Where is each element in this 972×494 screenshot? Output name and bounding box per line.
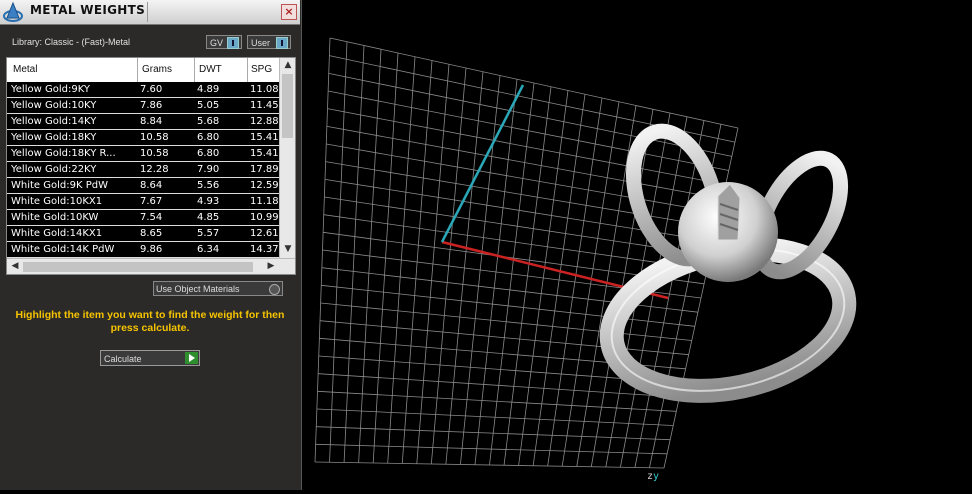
table-row[interactable]: White Gold:14KX1 8.65 5.57 12.61 bbox=[7, 226, 279, 242]
scroll-down-icon[interactable]: ▼ bbox=[280, 244, 295, 254]
grid-line bbox=[532, 94, 586, 466]
table-row[interactable]: White Gold:10KW 7.54 4.85 10.99 bbox=[7, 210, 279, 226]
table-row[interactable]: Yellow Gold:18KY 10.58 6.80 15.41 bbox=[7, 130, 279, 146]
table-row[interactable]: Yellow Gold:14KY 8.84 5.68 12.88 bbox=[7, 114, 279, 130]
play-arrow-icon bbox=[185, 352, 198, 364]
cell-grams: 7.54 bbox=[140, 212, 163, 223]
calculate-button[interactable]: Calculate bbox=[100, 350, 200, 366]
cell-grams: 8.84 bbox=[140, 116, 163, 127]
use-object-materials-toggle[interactable]: Use Object Materials bbox=[153, 281, 283, 296]
table-row[interactable]: Yellow Gold:10KY 7.86 5.05 11.45 bbox=[7, 98, 279, 114]
cell-metal: Yellow Gold:14KY bbox=[11, 116, 97, 127]
user-toggle-label: User bbox=[251, 38, 271, 48]
table-row[interactable]: Yellow Gold:18KY R... 10.58 6.80 15.41 bbox=[7, 146, 279, 162]
cell-grams: 10.58 bbox=[140, 148, 169, 159]
use-object-materials-label: Use Object Materials bbox=[156, 284, 240, 294]
cell-metal: White Gold:9K PdW bbox=[11, 180, 108, 191]
grid-line bbox=[316, 408, 674, 426]
cell-dwt: 5.05 bbox=[197, 100, 220, 111]
cell-grams: 9.86 bbox=[140, 244, 163, 255]
cell-metal: White Gold:14K PdW bbox=[11, 244, 115, 255]
scroll-up-icon[interactable]: ▲ bbox=[280, 60, 295, 70]
cell-grams: 8.64 bbox=[140, 180, 163, 191]
radio-icon bbox=[269, 284, 280, 295]
cell-dwt: 7.90 bbox=[197, 164, 220, 175]
cell-grams: 7.86 bbox=[140, 100, 163, 111]
cell-grams: 10.58 bbox=[140, 132, 169, 143]
cell-dwt: 5.57 bbox=[197, 228, 220, 239]
cell-dwt: 5.68 bbox=[197, 116, 220, 127]
cell-metal: White Gold:10KX1 bbox=[11, 196, 103, 207]
grid-line bbox=[320, 302, 692, 341]
metal-table: Metal Grams DWT SPG Yellow Gold:9KY 7.60 4… bbox=[6, 57, 296, 275]
close-button[interactable]: × bbox=[281, 4, 297, 20]
table-row[interactable]: White Gold:10KX1 7.67 4.93 11.18 bbox=[7, 194, 279, 210]
table-row[interactable]: Yellow Gold:22KY 12.28 7.90 17.89 bbox=[7, 162, 279, 178]
cell-metal: Yellow Gold:9KY bbox=[11, 84, 90, 95]
grid-line bbox=[547, 97, 603, 467]
column-header-grams[interactable]: Grams bbox=[142, 64, 172, 75]
viewport-canvas bbox=[314, 37, 857, 469]
user-toggle[interactable]: User bbox=[247, 35, 291, 49]
table-body: Yellow Gold:9KY 7.60 4.89 11.08 Yellow Gold… bbox=[7, 82, 279, 258]
vertical-scrollbar[interactable]: ▲ ▼ bbox=[279, 58, 295, 258]
instructions-text: Highlight the item you want to find the … bbox=[15, 309, 285, 334]
grid-line bbox=[317, 390, 677, 412]
cell-dwt: 4.89 bbox=[197, 84, 220, 95]
table-row[interactable]: White Gold:14K PdW 9.86 6.34 14.37 bbox=[7, 242, 279, 258]
horizontal-scroll-thumb[interactable] bbox=[23, 262, 253, 272]
column-header-metal[interactable]: Metal bbox=[13, 64, 37, 75]
table-row[interactable]: Yellow Gold:9KY 7.60 4.89 11.08 bbox=[7, 82, 279, 98]
grid-line bbox=[319, 320, 689, 356]
cell-metal: Yellow Gold:18KY bbox=[11, 132, 97, 143]
axis-label-y: y bbox=[653, 471, 660, 482]
table-row[interactable]: White Gold:9K PdW 8.64 5.56 12.59 bbox=[7, 178, 279, 194]
table-header: Metal Grams DWT SPG bbox=[7, 58, 279, 82]
app-logo-icon bbox=[3, 1, 23, 22]
toggle-knob-icon bbox=[227, 37, 239, 49]
title-divider bbox=[147, 2, 148, 22]
axis-orientation-label: zy bbox=[647, 471, 659, 482]
column-header-dwt[interactable]: DWT bbox=[199, 64, 222, 75]
vertical-scroll-thumb[interactable] bbox=[282, 74, 293, 138]
cell-dwt: 6.80 bbox=[197, 132, 220, 143]
cell-dwt: 5.56 bbox=[197, 180, 220, 191]
gv-toggle[interactable]: GV bbox=[206, 35, 242, 49]
cell-metal: Yellow Gold:10KY bbox=[11, 100, 97, 111]
cell-grams: 7.67 bbox=[140, 196, 163, 207]
panel-title: METAL WEIGHTS bbox=[30, 3, 146, 17]
scroll-right-icon[interactable]: ▶ bbox=[263, 261, 279, 271]
ring-model bbox=[599, 123, 857, 403]
cell-metal: White Gold:10KW bbox=[11, 212, 99, 223]
scroll-left-icon[interactable]: ◀ bbox=[7, 261, 23, 271]
cell-dwt: 4.93 bbox=[197, 196, 220, 207]
toggle-knob-icon bbox=[276, 37, 288, 49]
cell-metal: Yellow Gold:22KY bbox=[11, 164, 97, 175]
horizontal-scrollbar[interactable]: ◀ ▶ bbox=[7, 258, 295, 274]
cell-metal: White Gold:14KX1 bbox=[11, 228, 103, 239]
cell-dwt: 6.34 bbox=[197, 244, 220, 255]
y-axis-line bbox=[440, 84, 525, 243]
cell-dwt: 6.80 bbox=[197, 148, 220, 159]
calculate-label: Calculate bbox=[104, 354, 142, 364]
gv-toggle-label: GV bbox=[210, 38, 224, 48]
cell-dwt: 4.85 bbox=[197, 212, 220, 223]
panel-titlebar: METAL WEIGHTS × bbox=[0, 0, 300, 25]
metal-weights-panel: METAL WEIGHTS × Library: Classic - (Fast… bbox=[0, 0, 302, 490]
cell-grams: 8.65 bbox=[140, 228, 163, 239]
cell-grams: 7.60 bbox=[140, 84, 163, 95]
cell-grams: 12.28 bbox=[140, 164, 169, 175]
grid-line bbox=[316, 426, 671, 441]
3d-viewport[interactable]: zy bbox=[302, 0, 972, 490]
cell-metal: Yellow Gold:18KY R... bbox=[11, 148, 116, 159]
library-label: Library: Classic - (Fast)-Metal bbox=[12, 37, 131, 47]
column-header-spg[interactable]: SPG bbox=[251, 64, 272, 75]
